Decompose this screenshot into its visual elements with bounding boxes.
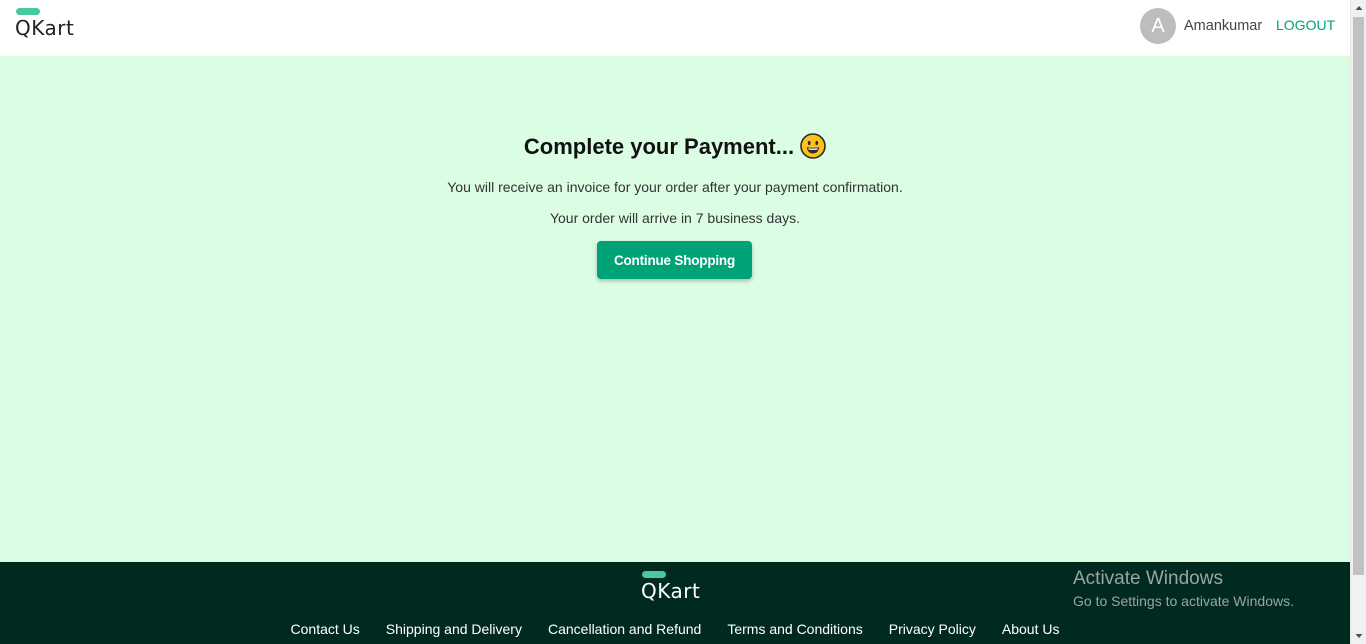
footer-link-shipping-and-delivery[interactable]: Shipping and Delivery bbox=[386, 620, 522, 638]
footer-link-about-us[interactable]: About Us bbox=[1002, 620, 1060, 638]
activate-windows-watermark: Activate Windows Go to Settings to activ… bbox=[1073, 568, 1294, 611]
logout-button[interactable]: LOGOUT bbox=[1266, 9, 1345, 41]
page-title: Complete your Payment... bbox=[523, 134, 795, 159]
footer-qkart-logo[interactable]: QKart bbox=[641, 571, 711, 603]
footer-logo-bar-icon bbox=[642, 571, 666, 578]
top-header: QKart A Amankumar LOGOUT bbox=[0, 0, 1350, 56]
page: QKart A Amankumar LOGOUT Complete your P… bbox=[0, 0, 1366, 644]
footer-links: Contact Us Shipping and Delivery Cancellat… bbox=[0, 620, 1350, 638]
invoice-message: You will receive an invoice for your ord… bbox=[447, 179, 903, 195]
arrival-message: Your order will arrive in 7 business day… bbox=[549, 210, 801, 226]
footer-logo-text: QKart bbox=[641, 579, 701, 603]
footer-link-cancellation-and-refund[interactable]: Cancellation and Refund bbox=[548, 620, 701, 638]
logo-bar-icon bbox=[16, 8, 40, 15]
footer-link-terms-and-conditions[interactable]: Terms and Conditions bbox=[727, 620, 862, 638]
payment-confirmation-section: Complete your Payment... You will receiv… bbox=[0, 56, 1350, 562]
continue-shopping-button[interactable]: Continue Shopping bbox=[597, 241, 752, 279]
logo-text: QKart bbox=[15, 16, 75, 40]
watermark-subtitle: Go to Settings to activate Windows. bbox=[1073, 593, 1294, 609]
username-label: Amankumar bbox=[1184, 18, 1263, 34]
grinning-face-emoji-icon bbox=[800, 133, 826, 159]
scroll-up-arrow-icon[interactable] bbox=[1351, 0, 1366, 16]
scrollbar-thumb[interactable] bbox=[1353, 17, 1364, 575]
vertical-scrollbar[interactable] bbox=[1350, 0, 1366, 644]
page-title-row: Complete your Payment... bbox=[0, 132, 1350, 162]
qkart-logo[interactable]: QKart bbox=[15, 8, 85, 40]
footer-link-privacy-policy[interactable]: Privacy Policy bbox=[889, 620, 976, 638]
app-content: QKart A Amankumar LOGOUT Complete your P… bbox=[0, 0, 1350, 644]
footer-link-contact-us[interactable]: Contact Us bbox=[291, 620, 360, 638]
user-avatar[interactable]: A bbox=[1140, 8, 1176, 44]
scroll-down-arrow-icon[interactable] bbox=[1351, 628, 1366, 644]
watermark-title: Activate Windows bbox=[1073, 568, 1223, 589]
